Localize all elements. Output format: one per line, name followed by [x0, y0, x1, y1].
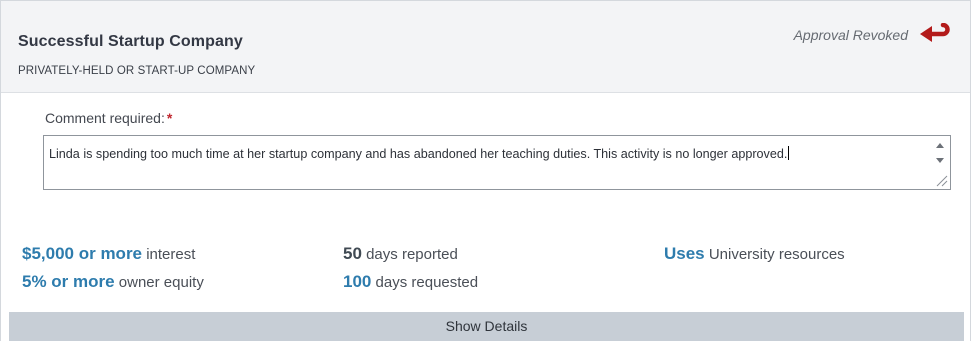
stat-interest: $5,000 or more interest — [22, 244, 195, 264]
company-name: Successful Startup Company — [18, 33, 243, 50]
text-caret — [788, 146, 790, 160]
stat-days-reported-value: 50 — [343, 244, 362, 263]
resize-handle-icon[interactable] — [934, 173, 948, 187]
stat-days-requested-label: days requested — [375, 274, 479, 291]
stat-days-requested-value: 100 — [343, 272, 372, 291]
comment-label-text: Comment required: — [45, 110, 165, 126]
stat-resources-value: Uses — [664, 244, 705, 263]
stat-equity-value: 5% or more — [22, 272, 115, 291]
activity-card: Successful Startup Company PRIVATELY-HEL… — [0, 0, 971, 341]
scroll-down-arrow-icon[interactable] — [936, 158, 944, 163]
comment-text-value: Linda is spending too much time at her s… — [49, 147, 788, 161]
required-marker: * — [166, 110, 173, 126]
card-header: Successful Startup Company PRIVATELY-HEL… — [1, 0, 970, 93]
comment-label: Comment required: * — [45, 110, 172, 126]
stat-resources: Uses University resources — [664, 244, 845, 264]
stat-days-reported-label: days reported — [366, 246, 458, 263]
revoke-arrow-icon — [920, 23, 950, 42]
approval-status: Approval Revoked — [794, 23, 952, 47]
stat-days-requested: 100 days requested — [343, 272, 478, 292]
stat-equity-label: owner equity — [118, 274, 204, 291]
scroll-up-arrow-icon[interactable] — [936, 143, 944, 148]
status-text: Approval Revoked — [793, 27, 908, 43]
stat-interest-label: interest — [146, 246, 196, 263]
company-type: PRIVATELY-HELD OR START-UP COMPANY — [18, 65, 256, 77]
stat-resources-label: University resources — [708, 246, 845, 263]
show-details-button[interactable]: Show Details — [9, 312, 964, 341]
comment-textarea[interactable]: Linda is spending too much time at her s… — [43, 135, 951, 190]
stat-equity: 5% or more owner equity — [22, 272, 204, 292]
stat-days-reported: 50 days reported — [343, 244, 458, 264]
comment-input-content[interactable]: Linda is spending too much time at her s… — [49, 146, 919, 162]
stat-interest-value: $5,000 or more — [22, 244, 143, 263]
